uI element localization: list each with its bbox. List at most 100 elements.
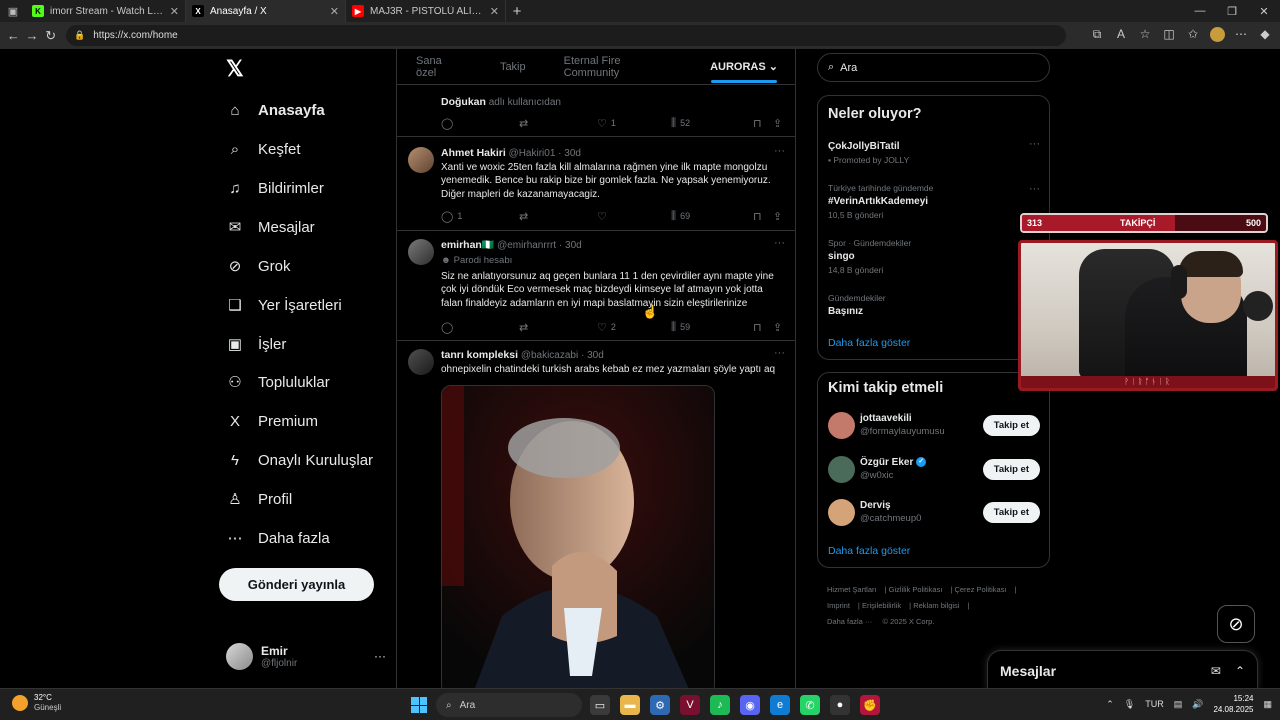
like-button[interactable]: ♡ 1: [597, 116, 671, 130]
reply-button[interactable]: ◯ 1: [441, 209, 519, 223]
spotify-icon[interactable]: ♪: [710, 695, 730, 715]
trend-item[interactable]: ÇokJollyBiTatil ▪ Promoted by JOLLY ···: [828, 138, 1040, 165]
close-icon[interactable]: ✕: [330, 5, 339, 18]
menu-dots-icon[interactable]: ⋯: [1232, 27, 1250, 45]
follow-button[interactable]: Takip et: [982, 458, 1040, 480]
tab-for-you[interactable]: Sana özel: [397, 49, 481, 85]
nav-item-6[interactable]: ▣ İşler: [226, 329, 286, 359]
copilot-icon[interactable]: ◆: [1256, 27, 1274, 45]
edge-icon[interactable]: e: [770, 695, 790, 715]
views-button[interactable]: ⫼ 69: [671, 209, 753, 223]
nav-item-7[interactable]: ⚇ Topluluklar: [226, 367, 329, 397]
browser-tab-youtube[interactable]: ▶ MAJ3R - PİSTOLÜ ALIRSAK Y*RRAK... ✕: [346, 0, 506, 22]
trend-item[interactable]: Türkiye tarihinde gündemde #VerinArtıkKa…: [828, 183, 1040, 220]
minimize-button[interactable]: —: [1184, 0, 1216, 22]
trend-item[interactable]: Spor · Gündemdekiler singo 14,8 B gönder…: [828, 238, 1040, 275]
whatsapp-icon[interactable]: ✆: [800, 695, 820, 715]
tab-community[interactable]: Eternal Fire Community: [545, 49, 691, 85]
repost-button[interactable]: ⇄: [519, 320, 597, 334]
footer-link[interactable]: Daha fazla ···: [827, 617, 872, 626]
chevron-up-icon[interactable]: ⌃: [1106, 699, 1114, 710]
reply-button[interactable]: ◯: [441, 320, 519, 334]
riot-icon[interactable]: ✊: [860, 695, 880, 715]
tweet[interactable]: emirhan🇳🇬 @emirhanrrrt · 30d ··· ☻ Parod…: [397, 231, 795, 341]
valorant-icon[interactable]: V: [680, 695, 700, 715]
follow-button[interactable]: Takip et: [982, 414, 1040, 436]
weather-widget[interactable]: 32°C Güneşli: [12, 693, 61, 713]
expand-icon[interactable]: ⌃: [1235, 664, 1245, 678]
who-show-more-link[interactable]: Daha fazla göster: [828, 545, 910, 557]
nav-item-9[interactable]: ϟ Onaylı Kuruluşlar: [226, 445, 373, 475]
new-message-icon[interactable]: ✉: [1211, 664, 1221, 678]
account-switcher[interactable]: Emir @fljolnir ···: [226, 641, 386, 671]
volume-icon[interactable]: 🔊: [1192, 699, 1203, 710]
more-dots-icon[interactable]: ···: [1029, 138, 1040, 150]
nav-item-11[interactable]: ⋯ Daha fazla: [226, 523, 330, 553]
more-dots-icon[interactable]: ···: [774, 347, 785, 359]
taskbar-search[interactable]: ⌕ Ara: [436, 693, 582, 717]
follow-suggestion[interactable]: Derviş @catchmeup0 Takip et: [828, 497, 1040, 527]
more-dots-icon[interactable]: ···: [774, 145, 785, 157]
avatar[interactable]: [408, 239, 434, 265]
footer-link[interactable]: Imprint: [827, 601, 850, 610]
footer-link[interactable]: Erişilebilirlik: [862, 601, 901, 610]
views-button[interactable]: ⫼ 59: [671, 320, 753, 334]
forward-button[interactable]: →: [25, 25, 40, 47]
favorites-icon[interactable]: ✩: [1184, 27, 1202, 45]
repost-button[interactable]: ⇄: [519, 116, 597, 130]
notification-icon[interactable]: ▦: [1263, 699, 1272, 710]
tab-following[interactable]: Takip: [481, 49, 545, 85]
repost-button[interactable]: ⇄: [519, 209, 597, 223]
nav-item-1[interactable]: ⌕ Keşfet: [226, 134, 301, 164]
avatar[interactable]: [408, 147, 434, 173]
follow-suggestion[interactable]: jottaavekili @formaylauyumusu Takip et: [828, 410, 1040, 440]
network-icon[interactable]: ▤: [1174, 699, 1183, 710]
nav-item-10[interactable]: ♙ Profil: [226, 484, 292, 514]
post-button[interactable]: Gönderi yayınla: [219, 568, 374, 601]
microphone-icon[interactable]: 🎙: [1124, 699, 1135, 710]
task-view-icon[interactable]: ▭: [590, 695, 610, 715]
avatar[interactable]: [408, 349, 434, 375]
close-icon[interactable]: ✕: [170, 5, 179, 18]
browser-tab-kick[interactable]: K imorr Stream - Watch Live on Kick ✕: [26, 0, 186, 22]
more-dots-icon[interactable]: ···: [774, 237, 785, 249]
trend-item[interactable]: Gündemdekiler Başınız: [828, 293, 1040, 317]
file-explorer-icon[interactable]: ▬: [620, 695, 640, 715]
share-button[interactable]: ⇪: [773, 320, 787, 334]
like-button[interactable]: ♡ 2: [597, 320, 671, 334]
trends-show-more-link[interactable]: Daha fazla göster: [828, 337, 910, 349]
maximize-button[interactable]: ❐: [1216, 0, 1248, 22]
close-icon[interactable]: ✕: [490, 5, 499, 18]
footer-link[interactable]: Gizlilik Politikası: [889, 585, 943, 594]
nav-item-5[interactable]: ❑ Yer İşaretleri: [226, 290, 341, 320]
nav-item-2[interactable]: ♫ Bildirimler: [226, 173, 323, 203]
clock[interactable]: 15:24 24.08.2025: [1213, 693, 1253, 715]
grok-button[interactable]: ⊘: [1217, 605, 1255, 643]
nav-item-4[interactable]: ⊘ Grok: [226, 251, 291, 281]
back-button[interactable]: ←: [6, 25, 21, 47]
more-dots-icon[interactable]: ···: [1029, 183, 1040, 195]
footer-link[interactable]: Hizmet Şartları: [827, 585, 877, 594]
new-tab-button[interactable]: +: [506, 0, 528, 22]
tweet[interactable]: Ahmet Hakiri @Hakiri01 · 30d ··· Xanti v…: [397, 137, 795, 231]
messages-drawer[interactable]: Mesajlar ✉ ⌃: [987, 650, 1258, 688]
search-input[interactable]: ⌕ Ara: [817, 53, 1050, 82]
nav-item-3[interactable]: ✉ Mesajlar: [226, 212, 315, 242]
footer-link[interactable]: Çerez Politikası: [954, 585, 1006, 594]
profile-avatar[interactable]: [1208, 26, 1226, 45]
favorite-star-icon[interactable]: ☆: [1136, 27, 1154, 45]
tweet-partial[interactable]: Doğukan adlı kullanıcıdan ◯ ⇄ ♡ 1 ⫼ 52 ⊓ ⇪: [397, 85, 795, 137]
share-button[interactable]: ⇪: [773, 209, 787, 223]
bookmark-button[interactable]: ⊓: [753, 320, 773, 334]
bookmark-button[interactable]: ⊓: [753, 116, 773, 130]
discord-icon[interactable]: ◉: [740, 695, 760, 715]
url-field[interactable]: 🔒 https://x.com/home: [66, 25, 1067, 46]
more-dots-icon[interactable]: ···: [374, 649, 386, 663]
bookmark-button[interactable]: ⊓: [753, 209, 773, 223]
footer-link[interactable]: Reklam bilgisi: [913, 601, 959, 610]
tab-actions-icon[interactable]: ▣: [0, 0, 26, 22]
obs-icon[interactable]: ●: [830, 695, 850, 715]
refresh-button[interactable]: ↻: [43, 25, 58, 47]
split-screen-icon[interactable]: ◫: [1160, 27, 1178, 45]
tab-auroras[interactable]: AURORAS ⌄: [691, 49, 795, 85]
